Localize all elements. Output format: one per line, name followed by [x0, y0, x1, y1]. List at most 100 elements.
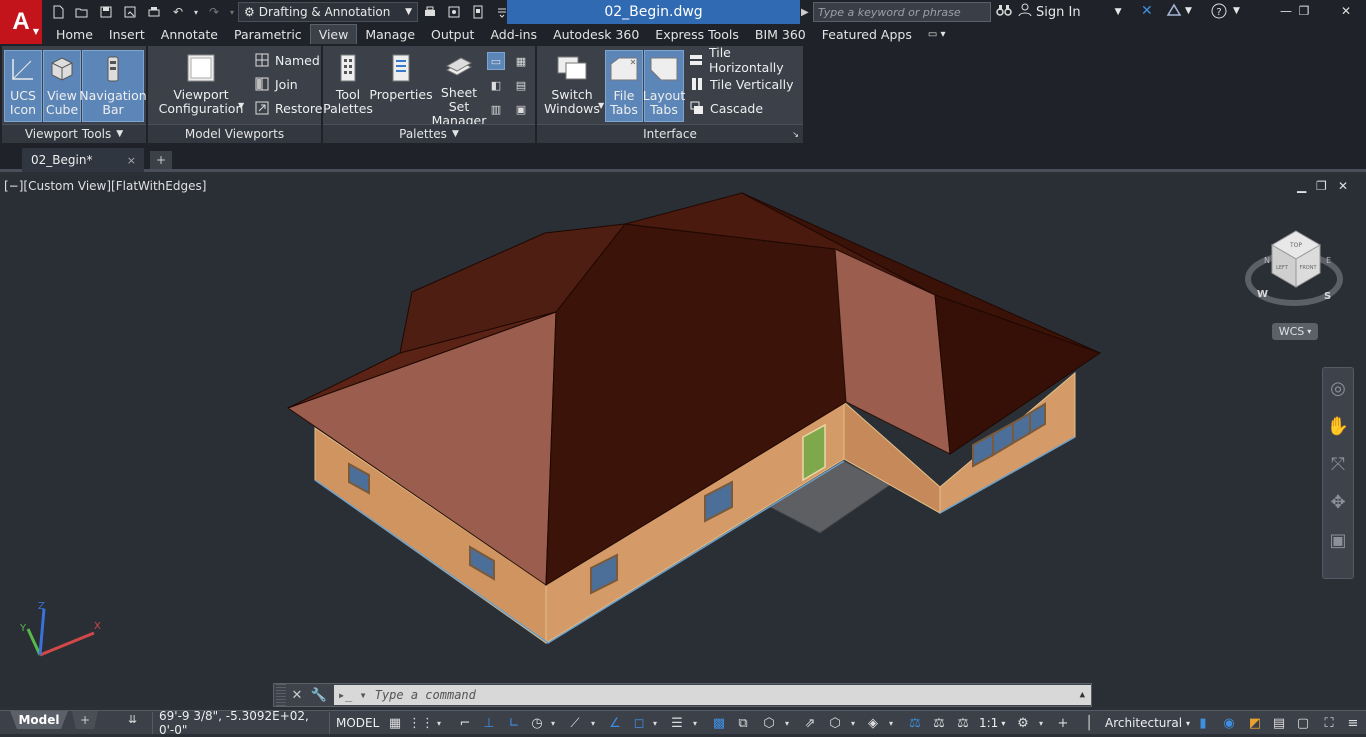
tab-annotate[interactable]: Annotate — [153, 24, 226, 44]
object-snap-tracking-icon[interactable]: ∠ — [606, 713, 624, 733]
chevron-down-icon[interactable]: ▾ — [848, 713, 858, 733]
command-prompt-icon[interactable]: ▸_ ▾ — [338, 688, 367, 702]
panel-title-palettes[interactable]: Palettes ▼ — [323, 124, 535, 143]
navigation-bar-button[interactable]: Navigation Bar — [79, 50, 147, 122]
dynamic-ucs-icon[interactable]: ⇗ — [801, 713, 819, 733]
chevron-down-icon[interactable]: ▾ — [782, 713, 792, 733]
undo-icon[interactable]: ↶ — [168, 2, 188, 22]
named-button[interactable]: Named — [254, 50, 320, 70]
external-references-icon[interactable]: ▣ — [512, 100, 530, 118]
file-tabs-button[interactable]: File Tabs — [605, 50, 643, 122]
markup-set-manager-icon[interactable]: ◧ — [487, 76, 505, 94]
tab-autodesk-360[interactable]: Autodesk 360 — [545, 24, 647, 44]
search-input[interactable]: Type a keyword or phrase — [813, 2, 991, 22]
annotation-monitor-icon[interactable]: + — [1054, 713, 1072, 733]
workspace-switching-gear-icon[interactable]: ⚙ — [1014, 713, 1032, 733]
lock-ui-icon[interactable]: ◉ — [1220, 713, 1238, 733]
layout-list-icon[interactable]: ⇊ — [128, 713, 137, 726]
tool-palettes-button[interactable]: Tool Palettes — [323, 50, 373, 122]
redo-dropdown-icon[interactable]: ▾ — [228, 2, 236, 22]
sheet-set-manager-button[interactable]: Sheet Set Manager — [431, 50, 487, 128]
drawing-viewport[interactable]: [−][Custom View][FlatWithEdges] ▁ ❐ ✕ TO… — [0, 175, 1366, 707]
autodesk-360-icon[interactable] — [1166, 3, 1182, 21]
coordinates-readout[interactable]: 69'-9 3/8", -5.3092E+02, 0'-0" — [152, 709, 330, 737]
close-button[interactable]: ✕ — [1326, 0, 1366, 22]
lineweight-icon[interactable]: ☰ — [668, 713, 686, 733]
tab-home[interactable]: Home — [48, 24, 101, 44]
snap-mode-icon[interactable]: ⋮⋮ — [408, 713, 434, 733]
clean-screen-icon[interactable]: ▢ — [1294, 713, 1312, 733]
hardware-acceleration-icon[interactable]: ▤ — [1270, 713, 1288, 733]
polar-tracking-icon[interactable]: ◷ — [528, 713, 546, 733]
command-line-toggle-icon[interactable]: ▭ — [487, 52, 505, 70]
steering-wheel-icon[interactable]: ◎ — [1325, 376, 1351, 400]
tab-featured-apps[interactable]: Featured Apps — [814, 24, 920, 44]
chevron-down-icon[interactable]: ▾ — [588, 713, 598, 733]
viewcube-icon[interactable]: TOP LEFT FRONT W S N E — [1244, 227, 1344, 317]
sign-in-button[interactable]: Sign In ▼ — [1018, 3, 1121, 21]
tile-horizontally-button[interactable]: Tile Horizontally — [689, 45, 803, 75]
new-icon[interactable] — [48, 2, 68, 22]
chevron-down-icon[interactable]: ▼ — [598, 101, 604, 110]
tab-manage[interactable]: Manage — [357, 24, 423, 44]
chevron-down-icon[interactable]: ▾ — [886, 713, 896, 733]
chevron-down-icon[interactable]: ▼ — [1185, 6, 1192, 16]
wcs-menu[interactable]: WCS ▾ — [1272, 323, 1318, 340]
exchange-apps-icon[interactable]: ✕ — [1141, 3, 1153, 19]
tab-output[interactable]: Output — [423, 24, 482, 44]
add-layout-button[interactable]: + — [72, 711, 98, 729]
view-cube-button[interactable]: View Cube — [43, 50, 81, 122]
restore-viewport-button[interactable]: Restore — [254, 98, 322, 118]
application-menu-button[interactable]: A ▼ — [0, 0, 42, 44]
annotation-scale-icon[interactable]: ⚖ — [954, 713, 972, 733]
house-3d-model[interactable] — [0, 175, 1366, 707]
plot-icon[interactable] — [144, 2, 164, 22]
design-center-icon[interactable]: ▦ — [512, 52, 530, 70]
tab-view[interactable]: View — [309, 24, 358, 44]
model-space-button[interactable]: MODEL — [336, 712, 379, 734]
quickcalc-icon[interactable]: ▤ — [512, 76, 530, 94]
pan-hand-icon[interactable]: ✋ — [1325, 414, 1351, 438]
selection-cycling-icon[interactable]: ⧉ — [734, 713, 752, 733]
fullscreen-icon[interactable]: ⛶ — [1320, 713, 1338, 733]
grid-icon[interactable]: ▦ — [386, 713, 404, 733]
command-history-icon[interactable]: ▲ — [1080, 690, 1085, 700]
command-input[interactable]: ▸_ ▾ Type a command ▲ — [333, 685, 1092, 705]
annotation-visibility-icon[interactable]: ⚖ — [906, 713, 924, 733]
command-line-grip[interactable] — [276, 684, 286, 706]
chevron-down-icon[interactable]: ▾ — [1036, 713, 1046, 733]
chevron-down-icon[interactable]: ▾ — [690, 713, 700, 733]
chevron-down-icon[interactable]: ▼ — [238, 101, 244, 110]
close-icon[interactable]: × — [127, 154, 136, 167]
panel-dialog-launcher-icon[interactable]: ↘ — [792, 130, 799, 139]
expand-arrow-icon[interactable]: ▶ — [801, 2, 813, 22]
isometric-drafting-icon[interactable]: ⟋ — [566, 713, 584, 733]
save-as-icon[interactable] — [120, 2, 140, 22]
switch-windows-button[interactable]: Switch Windows — [544, 50, 600, 122]
chevron-down-icon[interactable]: ▾ — [434, 713, 444, 733]
zoom-extents-icon[interactable]: ⤧ — [1325, 452, 1351, 476]
customization-menu-icon[interactable]: ≡ — [1344, 713, 1362, 733]
viewport-configuration-button[interactable]: Viewport Configuration — [156, 50, 246, 122]
help-icon[interactable]: ? — [1211, 3, 1227, 23]
save-icon[interactable] — [96, 2, 116, 22]
open-icon[interactable] — [72, 2, 92, 22]
chevron-down-icon[interactable]: ▾ — [548, 713, 558, 733]
selection-filter-icon[interactable]: ⬡ — [826, 713, 844, 733]
restore-button[interactable]: ❐ — [1284, 0, 1324, 22]
layout-tabs-button[interactable]: Layout Tabs — [643, 50, 685, 122]
isolate-objects-icon[interactable]: ◩ — [1246, 713, 1264, 733]
units-selector[interactable]: Architectural ▾ — [1105, 713, 1190, 733]
ucs-icon-button[interactable]: UCS Icon — [4, 50, 42, 122]
gizmo-icon[interactable]: ◈ — [864, 713, 882, 733]
object-snap-icon[interactable]: ◻ — [630, 713, 648, 733]
infer-constraints-icon[interactable]: ⌐ — [456, 713, 474, 733]
close-icon[interactable]: ✕ — [286, 685, 308, 705]
panel-title-viewport-tools[interactable]: Viewport Tools ▼ — [2, 124, 146, 143]
tile-vertically-button[interactable]: Tile Vertically — [689, 74, 794, 94]
chevron-down-icon[interactable]: ▾ — [650, 713, 660, 733]
redo-icon[interactable]: ↷ — [204, 2, 224, 22]
tab-express-tools[interactable]: Express Tools — [647, 24, 747, 44]
file-tab-02-begin[interactable]: 02_Begin* × — [22, 148, 144, 172]
join-button[interactable]: Join — [254, 74, 298, 94]
